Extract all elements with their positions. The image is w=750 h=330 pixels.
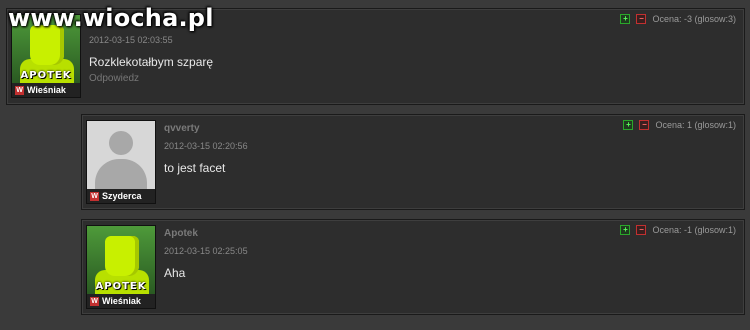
vote-down-button[interactable]: −	[636, 225, 647, 235]
rank-icon: W	[90, 191, 99, 201]
comment-date: 2012-03-15 02:20:56	[164, 141, 248, 151]
rank-icon: W	[15, 85, 24, 95]
vote-panel: + − Ocena: -1 (glosow:1)	[620, 225, 736, 235]
vote-panel: + − Ocena: -3 (glosow:3)	[620, 14, 736, 24]
rank-badge: W Wieśniak	[12, 83, 80, 97]
vote-panel: + − Ocena: 1 (glosow:1)	[623, 120, 736, 130]
vote-down-button[interactable]: −	[636, 14, 647, 24]
rating-text: Ocena: 1 (glosow:1)	[655, 120, 736, 130]
avatar-logo-text: APOTEK	[95, 281, 147, 292]
rank-badge: W Wieśniak	[87, 294, 155, 308]
reply-link[interactable]: Odpowiedz	[89, 73, 139, 84]
vote-up-button[interactable]: +	[620, 14, 631, 24]
vote-up-button[interactable]: +	[623, 120, 634, 130]
comment-author[interactable]: Apotek	[164, 228, 198, 239]
comment-date: 2012-03-15 02:25:05	[164, 246, 248, 256]
vote-down-button[interactable]: −	[639, 120, 650, 130]
comment-author[interactable]: qvverty	[164, 123, 200, 134]
comment-text: Rozklekotałbym szparę	[89, 55, 214, 69]
rank-badge: W Szyderca	[87, 189, 155, 203]
comment-date: 2012-03-15 02:03:55	[89, 35, 173, 45]
site-watermark: www.wiocha.pl	[8, 4, 214, 32]
comment-text: Aha	[164, 266, 186, 280]
lime-character-avatar-icon: APOTEK	[87, 226, 155, 294]
comment-item: APOTEK W Wieśniak Apotek 2012-03-15 02:2…	[81, 219, 745, 315]
user-avatar[interactable]: APOTEK W Wieśniak	[86, 225, 156, 309]
user-avatar[interactable]: W Szyderca	[86, 120, 156, 204]
vote-up-button[interactable]: +	[620, 225, 631, 235]
rank-label: Wieśniak	[102, 296, 141, 306]
rank-icon: W	[90, 296, 99, 306]
rating-text: Ocena: -3 (glosow:3)	[652, 14, 736, 24]
comment-text: to jest facet	[164, 161, 226, 175]
avatar-logo-text: APOTEK	[20, 70, 72, 81]
rating-text: Ocena: -1 (glosow:1)	[652, 225, 736, 235]
rank-label: Wieśniak	[27, 85, 66, 95]
comment-item: W Szyderca qvverty 2012-03-15 02:20:56 t…	[81, 114, 745, 210]
default-user-avatar-icon	[87, 121, 155, 189]
rank-label: Szyderca	[102, 191, 142, 201]
